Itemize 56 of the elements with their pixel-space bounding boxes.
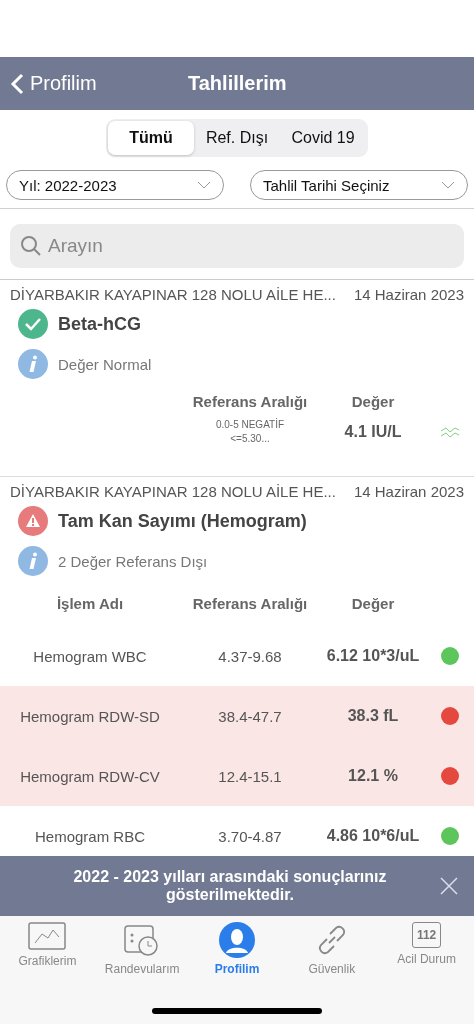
screen-title: Tahlillerim <box>188 72 287 95</box>
close-icon <box>440 877 458 895</box>
result-row[interactable]: Hemogram RDW-CV 12.4-15.1 12.1 % <box>0 746 474 806</box>
institution-name: DİYARBAKIR KAYAPINAR 128 NOLU AİLE HE... <box>10 483 336 500</box>
reference-range: 3.70-4.87 <box>217 827 283 845</box>
result-value: 4.86 10*6/uL <box>325 827 421 845</box>
result-value: 6.12 10*3/uL <box>325 647 421 665</box>
chart-icon <box>28 922 67 950</box>
result-summary: Değer Normal <box>58 355 152 373</box>
test-date: 14 Haziran 2023 <box>353 286 464 303</box>
warning-icon <box>18 506 48 536</box>
person-icon <box>219 922 255 958</box>
column-header: Referans Aralığı <box>191 393 309 410</box>
result-value: 12.1 % <box>347 767 399 785</box>
tab-bar-item[interactable]: Profilim <box>192 922 282 976</box>
chevron-left-icon <box>10 72 24 95</box>
test-date: 14 Haziran 2023 <box>353 483 464 500</box>
chevron-down-icon <box>197 181 211 189</box>
tab-bar-item[interactable]: Randevularım <box>97 922 188 976</box>
back-button[interactable]: Profilim <box>10 72 170 95</box>
tab-bar-item[interactable]: 112 Acil Durum <box>381 922 472 966</box>
column-header: Referans Aralığı <box>191 594 309 612</box>
tab-bar-item[interactable]: Güvenlik <box>286 922 377 976</box>
info-icon <box>18 546 48 576</box>
column-header: Değer <box>350 393 396 410</box>
result-summary: 2 Değer Referans Dışı <box>58 552 208 570</box>
test-title: Beta-hCG <box>58 313 141 335</box>
result-value: 4.1 IU/L <box>343 423 403 441</box>
result-row[interactable]: Hemogram RDW-SD 38.4-47.7 38.3 fL <box>0 686 474 746</box>
segment-tab[interactable]: Tümü <box>108 121 194 155</box>
test-title: Tam Kan Sayımı (Hemogram) <box>58 510 307 532</box>
reference-range: 12.4-15.1 <box>217 767 283 785</box>
trend-icon <box>440 426 460 438</box>
segment-tab[interactable]: Covid 19 <box>280 121 366 155</box>
emergency-number-badge: 112 <box>411 922 442 948</box>
result-value: 38.3 fL <box>346 707 400 725</box>
reference-range: 4.37-9.68 <box>217 647 283 665</box>
reference-range: 38.4-47.7 <box>217 707 283 725</box>
test-name: Hemogram RDW-SD <box>19 707 161 725</box>
test-name: Hemogram RDW-CV <box>19 767 161 785</box>
check-icon <box>18 309 48 339</box>
column-header: İşlem Adı <box>55 594 125 612</box>
reference-range: 0.0-5 NEGATİF <=5.30... <box>214 418 286 446</box>
dropdown[interactable]: Yıl: 2022-2023 <box>6 170 224 200</box>
tab-bar-item[interactable]: Grafiklerim <box>2 922 93 968</box>
dropdown[interactable]: Tahlil Tarihi Seçiniz <box>250 170 468 200</box>
search-field[interactable]: Arayın <box>10 224 464 268</box>
banner-message: 2022 - 2023 yılları arasındaki sonuçlarınız gösterilmektedir. <box>72 868 388 904</box>
chevron-down-icon <box>441 181 455 189</box>
column-header: Değer <box>350 594 396 612</box>
close-button[interactable] <box>440 877 458 895</box>
test-name: Hemogram RBC <box>34 827 146 845</box>
segment-tab[interactable]: Ref. Dışı <box>194 121 280 155</box>
institution-name: DİYARBAKIR KAYAPINAR 128 NOLU AİLE HE... <box>10 286 336 303</box>
test-name: Hemogram WBC <box>32 647 148 665</box>
info-icon <box>18 349 48 379</box>
